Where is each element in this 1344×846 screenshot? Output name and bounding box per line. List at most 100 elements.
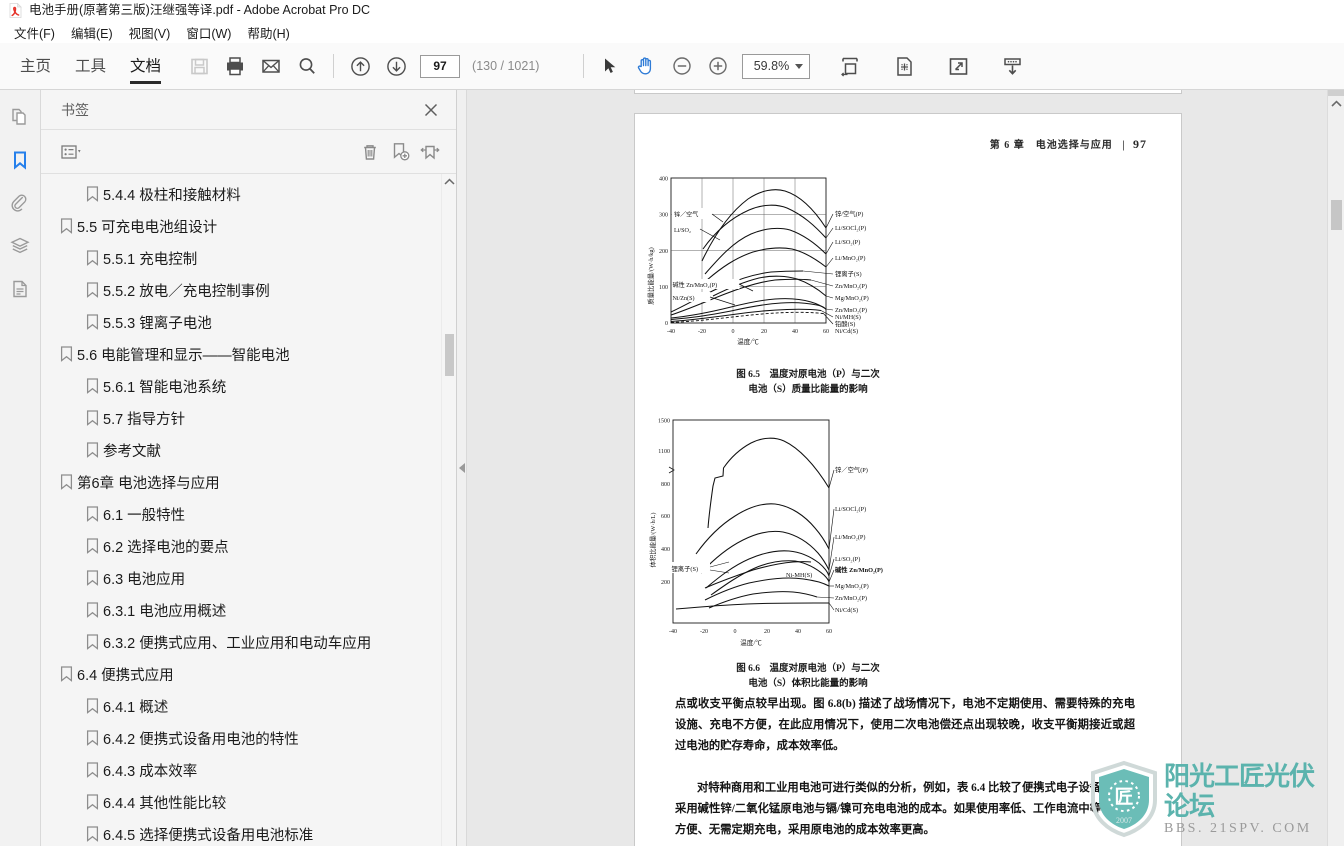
- figure-6-6-plot: 体积比能量/(W·h/L) 1500 1100 800 600 400 200: [648, 419, 883, 648]
- bookmark-item[interactable]: 5.5.2 放电／充电控制事例: [41, 274, 456, 306]
- bookmark-item[interactable]: 6.3.2 便携式应用、工业应用和电动车应用: [41, 626, 456, 658]
- bookmark-item[interactable]: 6.4.3 成本效率: [41, 754, 456, 786]
- select-tool-button[interactable]: [592, 48, 628, 84]
- figure-6-6-caption-line1: 图 6.6 温度对原电池（P）与二次: [736, 664, 880, 674]
- rail-layers[interactable]: [5, 231, 35, 261]
- rail-document-properties[interactable]: [5, 274, 35, 304]
- rail-page-thumbnails[interactable]: [5, 102, 35, 132]
- bookmark-item[interactable]: 参考文献: [41, 434, 456, 466]
- bookmarks-scroll-up-button[interactable]: [442, 174, 456, 190]
- tab-document[interactable]: 文档: [118, 43, 173, 90]
- viewer-scroll-up-button[interactable]: [1328, 96, 1344, 112]
- previous-page-button[interactable]: [342, 48, 378, 84]
- menu-window[interactable]: 窗口(W): [178, 21, 239, 44]
- figure-6-6: 体积比能量/(W·h/L) 1500 1100 800 600 400 200: [643, 410, 973, 692]
- tab-home[interactable]: 主页: [8, 43, 63, 90]
- bookmark-item[interactable]: 5.6 电能管理和显示——智能电池: [41, 338, 456, 370]
- expand-bookmark-icon: [419, 142, 441, 162]
- bookmarks-list[interactable]: 5.4.4 极柱和接触材料 5.5 可充电电池组设计 5.5.1 充电控制 5.5.2…: [41, 174, 456, 846]
- svg-text:60: 60: [826, 629, 832, 635]
- bookmark-item[interactable]: 第6章 电池选择与应用: [41, 466, 456, 498]
- svg-text:0: 0: [734, 629, 737, 635]
- svg-text:Li/MnO₂(P): Li/MnO₂(P): [835, 255, 866, 262]
- bookmarks-scroll-thumb[interactable]: [445, 334, 454, 376]
- bookmark-item-label: 5.5.1 充电控制: [103, 251, 198, 268]
- scroll-mode-button[interactable]: [994, 48, 1030, 84]
- hand-tool-button[interactable]: [628, 48, 664, 84]
- close-x-icon: [422, 101, 440, 119]
- bookmark-item-label: 6.2 选择电池的要点: [103, 539, 229, 556]
- menu-file[interactable]: 文件(F): [6, 21, 63, 44]
- figure-6-6-caption-line2: 电池（S）体积比能量的影响: [748, 679, 868, 689]
- document-properties-icon: [10, 279, 30, 299]
- bookmarks-scrollbar[interactable]: [441, 174, 456, 846]
- bookmark-item[interactable]: 6.4.1 概述: [41, 690, 456, 722]
- print-button[interactable]: [217, 48, 253, 84]
- bookmark-item[interactable]: 5.5.1 充电控制: [41, 242, 456, 274]
- zoom-out-button[interactable]: [664, 48, 700, 84]
- viewer-scroll-thumb[interactable]: [1331, 200, 1342, 230]
- bookmark-icon: [81, 570, 103, 586]
- svg-text:800: 800: [661, 482, 670, 488]
- bookmark-item[interactable]: 6.4.4 其他性能比较: [41, 786, 456, 818]
- bookmark-item[interactable]: 6.4 便携式应用: [41, 658, 456, 690]
- next-page-button[interactable]: [378, 48, 414, 84]
- svg-text:锂离子(S): 锂离子(S): [672, 564, 699, 573]
- bookmark-item[interactable]: 5.5.3 锂离子电池: [41, 306, 456, 338]
- bookmark-options-button[interactable]: [59, 139, 87, 165]
- bookmark-item[interactable]: 6.3.1 电池应用概述: [41, 594, 456, 626]
- panel-collapse-handle[interactable]: [457, 90, 467, 846]
- zoom-level-value: 59.8%: [753, 59, 790, 73]
- svg-text:600: 600: [661, 514, 670, 520]
- expand-bookmarks-button[interactable]: [416, 139, 444, 165]
- close-panel-button[interactable]: [420, 99, 442, 121]
- window-title: 电池手册(原著第三版)汪继强等译.pdf - Adobe Acrobat Pro…: [29, 3, 371, 17]
- page-count-label: (130 / 1021): [472, 59, 540, 73]
- fit-width-icon: [839, 55, 862, 78]
- delete-bookmark-button[interactable]: [356, 139, 384, 165]
- svg-text:-40: -40: [669, 629, 677, 635]
- save-button[interactable]: [181, 48, 217, 84]
- search-button[interactable]: [289, 48, 325, 84]
- email-button[interactable]: [253, 48, 289, 84]
- select-arrow-icon: [600, 56, 620, 76]
- zoom-in-button[interactable]: [700, 48, 736, 84]
- rail-attachments[interactable]: [5, 188, 35, 218]
- menu-help[interactable]: 帮助(H): [239, 21, 297, 44]
- svg-text:Mg/MnO₂(P): Mg/MnO₂(P): [835, 583, 869, 590]
- bookmark-item-label: 6.4.3 成本效率: [103, 763, 198, 780]
- svg-text:-20: -20: [700, 629, 708, 635]
- bookmark-item[interactable]: 6.3 电池应用: [41, 562, 456, 594]
- menu-edit[interactable]: 编辑(E): [63, 21, 121, 44]
- svg-text:-20: -20: [698, 329, 706, 335]
- bookmark-icon: [55, 346, 77, 362]
- figure-6-5-caption-line2: 电池（S）质量比能量的影响: [748, 385, 868, 395]
- fit-page-button[interactable]: [886, 48, 922, 84]
- svg-text:Zn/MnO₂(P): Zn/MnO₂(P): [835, 595, 867, 602]
- bookmark-item[interactable]: 5.5 可充电电池组设计: [41, 210, 456, 242]
- bookmark-item[interactable]: 6.2 选择电池的要点: [41, 530, 456, 562]
- document-viewer[interactable]: 第 6 章 电池选择与应用 | 97 质量比能量/(W·h/kg) 400 30…: [467, 90, 1344, 846]
- full-screen-button[interactable]: [940, 48, 976, 84]
- layers-icon: [10, 236, 30, 256]
- new-bookmark-button[interactable]: [386, 139, 414, 165]
- svg-text:Li/SO₂: Li/SO₂: [674, 228, 691, 234]
- svg-text:温度/℃: 温度/℃: [737, 337, 759, 346]
- bookmark-item[interactable]: 5.4.4 极柱和接触材料: [41, 178, 456, 210]
- page-number-input[interactable]: 97: [420, 54, 461, 78]
- fit-width-button[interactable]: [832, 48, 868, 84]
- bookmark-item[interactable]: 6.4.2 便携式设备用电池的特性: [41, 722, 456, 754]
- rail-bookmarks[interactable]: [5, 145, 35, 175]
- menu-view[interactable]: 视图(V): [121, 21, 179, 44]
- zoom-level-select[interactable]: 59.8%: [742, 53, 811, 79]
- bookmark-icon: [81, 762, 103, 778]
- bookmark-item[interactable]: 6.1 一般特性: [41, 498, 456, 530]
- bookmark-item[interactable]: 5.7 指导方针: [41, 402, 456, 434]
- bookmark-item[interactable]: 5.6.1 智能电池系统: [41, 370, 456, 402]
- fit-page-icon: [893, 55, 916, 78]
- bookmark-icon: [81, 794, 103, 810]
- tab-tools[interactable]: 工具: [63, 43, 118, 90]
- svg-text:-40: -40: [667, 329, 675, 335]
- bookmark-item[interactable]: 6.4.5 选择便携式设备用电池标准: [41, 818, 456, 846]
- viewer-scrollbar[interactable]: [1327, 90, 1344, 846]
